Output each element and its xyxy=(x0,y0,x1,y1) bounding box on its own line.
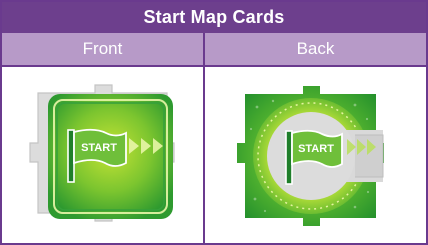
back-card-image: START xyxy=(237,86,384,226)
column-header-back: Back xyxy=(205,33,426,65)
back-card-cell: START xyxy=(205,67,426,243)
column-header-front: Front xyxy=(2,33,203,65)
start-map-cards-table: Start Map Cards Front Back START START xyxy=(0,0,428,245)
table-title: Start Map Cards xyxy=(2,2,426,33)
front-card-image: START xyxy=(29,84,175,222)
front-flag-text: START xyxy=(81,142,117,154)
front-card-cell: START xyxy=(2,67,203,243)
back-flag-text: START xyxy=(298,143,334,155)
